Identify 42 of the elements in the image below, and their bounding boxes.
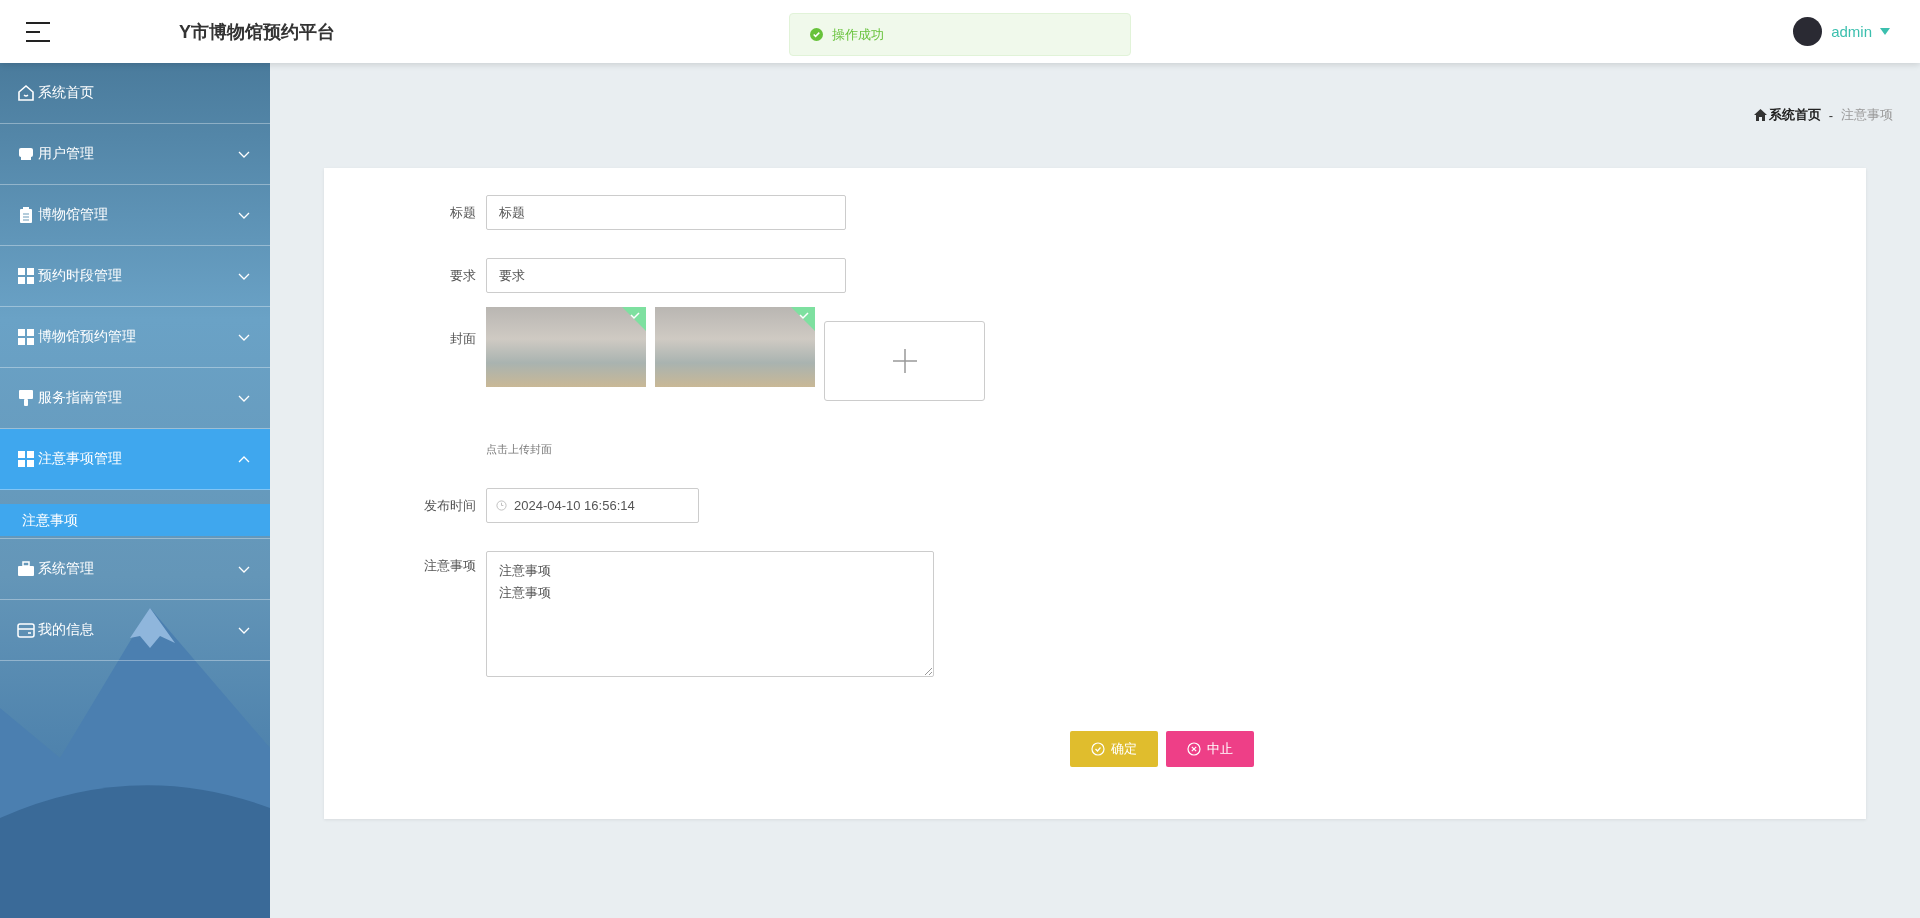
app-title: Y市博物馆预约平台 bbox=[179, 20, 335, 44]
field-label: 发布时间 bbox=[423, 497, 477, 515]
menu-icon[interactable] bbox=[26, 21, 50, 42]
breadcrumb-link[interactable]: 系统首页 bbox=[1753, 106, 1821, 124]
toast-message: 操作成功 bbox=[832, 25, 884, 44]
monitor-icon bbox=[17, 145, 35, 163]
upload-hint: 点击上传封面 bbox=[486, 442, 553, 457]
submenu-item[interactable]: 注意事项 bbox=[0, 504, 270, 536]
text-line: 注意事项 bbox=[499, 584, 552, 602]
grid-icon bbox=[17, 450, 35, 468]
check-circle-icon bbox=[1091, 742, 1105, 756]
user-menu[interactable]: admin bbox=[1831, 23, 1890, 40]
home-icon bbox=[17, 84, 35, 102]
date-time-field[interactable]: 2024-04-10 16:56:14 bbox=[486, 488, 699, 523]
text-input[interactable]: 标题 bbox=[486, 195, 846, 230]
check-circle-icon bbox=[810, 28, 823, 41]
confirm-button[interactable]: 确定 bbox=[1070, 731, 1158, 767]
breadcrumb-separator: - bbox=[1828, 107, 1833, 123]
text-input[interactable]: 要求 bbox=[486, 258, 846, 293]
home-icon bbox=[1753, 109, 1767, 121]
briefcase-icon bbox=[17, 560, 35, 578]
notes-textarea[interactable]: 注意事项 注意事项 bbox=[486, 551, 934, 677]
grid-icon bbox=[17, 267, 35, 285]
cancel-button[interactable]: 中止 bbox=[1166, 731, 1254, 767]
clock-icon bbox=[496, 500, 507, 511]
plus-icon bbox=[892, 349, 917, 373]
x-circle-icon bbox=[1187, 742, 1201, 756]
caret-icon bbox=[1880, 28, 1890, 35]
field-label: 要求 bbox=[449, 267, 477, 285]
breadcrumb-current: 注意事项 bbox=[1841, 106, 1893, 124]
avatar[interactable] bbox=[1793, 17, 1823, 46]
text-line: 注意事项 bbox=[499, 562, 552, 580]
paint-roller-icon bbox=[17, 389, 35, 407]
field-label: 封面 bbox=[449, 330, 477, 348]
upload-button[interactable] bbox=[824, 321, 985, 401]
resize-handle-icon[interactable] bbox=[924, 667, 932, 675]
field-label: 注意事项 bbox=[423, 557, 477, 575]
field-label: 标题 bbox=[449, 204, 477, 222]
clipboard-icon bbox=[17, 206, 35, 224]
card-icon bbox=[17, 621, 35, 639]
sidebar-item[interactable]: 注意事项管理 bbox=[0, 429, 270, 490]
grid-icon bbox=[17, 328, 35, 346]
